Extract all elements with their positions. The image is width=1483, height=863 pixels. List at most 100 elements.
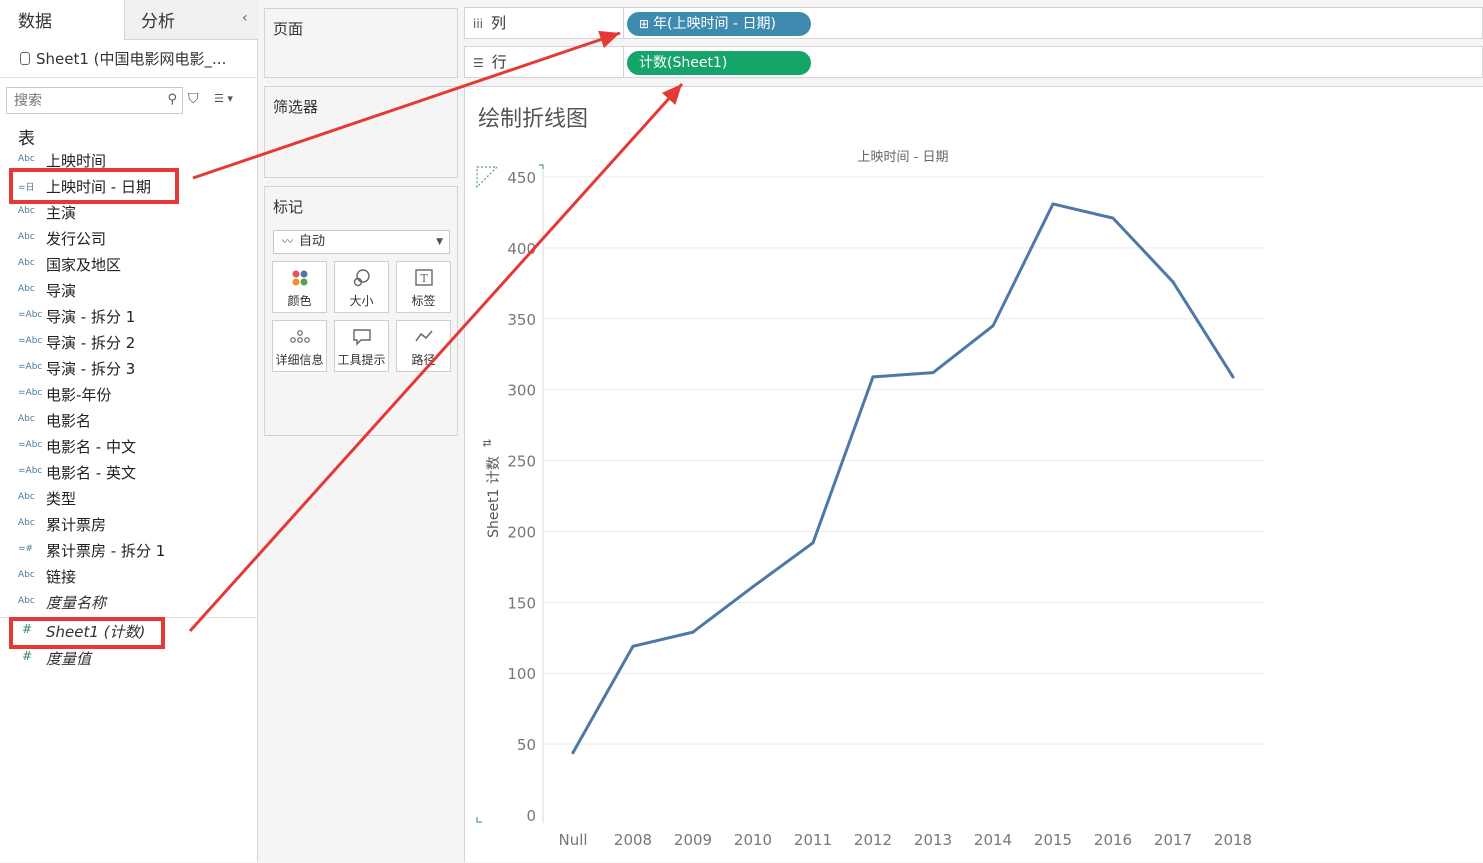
filters-card[interactable]: 筛选器	[264, 86, 458, 178]
field-item[interactable]: Abc 国家及地区	[0, 252, 258, 278]
data-point[interactable]	[991, 324, 995, 328]
mark-type-label: 自动	[299, 234, 326, 249]
field-item[interactable]: =日 上映时间 - 日期	[0, 174, 258, 200]
rows-shelf[interactable]: ☰ 行 计数(Sheet1)	[464, 46, 1483, 78]
y-tick-label: 200	[507, 523, 536, 541]
rows-pill[interactable]: 计数(Sheet1)	[627, 51, 811, 75]
search-icon[interactable]: ⚲	[167, 92, 177, 107]
field-type-icon: =Abc	[18, 440, 43, 450]
field-item[interactable]: Abc 上映时间	[0, 148, 258, 174]
y-tick-label: 400	[507, 240, 536, 258]
size-label: 大小	[349, 294, 374, 308]
label-label: 标签	[411, 294, 436, 308]
data-point[interactable]	[691, 630, 695, 634]
x-tick-label: 2016	[1094, 831, 1132, 849]
path-button[interactable]: 路径	[396, 320, 451, 372]
field-item[interactable]: =Abc 导演 - 拆分 1	[0, 304, 258, 330]
pages-card[interactable]: 页面	[264, 8, 458, 78]
datasource-item[interactable]: Sheet1 (中国电影网电影_...	[20, 48, 226, 69]
data-point[interactable]	[1231, 375, 1235, 379]
sort-icon[interactable]: ⇅	[481, 438, 494, 447]
field-type-icon: Abc	[18, 154, 35, 164]
chevron-down-icon: ▼	[436, 237, 443, 247]
field-type-icon: Abc	[18, 206, 35, 216]
field-label: 国家及地区	[46, 256, 122, 274]
series-line[interactable]	[571, 202, 1235, 755]
y-tick-label: 100	[507, 665, 536, 683]
data-point[interactable]	[571, 751, 575, 755]
y-tick-label: 150	[507, 594, 536, 612]
measure-item[interactable]: # Sheet1 (计数)	[0, 619, 258, 645]
x-tick-label: Null	[558, 831, 587, 849]
measure-item[interactable]: # 度量值	[0, 646, 258, 672]
x-tick-label: 2018	[1214, 831, 1252, 849]
columns-pill[interactable]: ⊞ 年(上映时间 - 日期)	[627, 12, 811, 36]
field-label: 上映时间 - 日期	[46, 178, 151, 196]
tab-data[interactable]: 数据	[0, 0, 124, 40]
search-input[interactable]	[7, 88, 157, 113]
field-item[interactable]: Abc 导演	[0, 278, 258, 304]
y-tick-label: 50	[517, 736, 536, 754]
field-label: 累计票房 - 拆分 1	[46, 542, 166, 560]
color-label: 颜色	[287, 294, 312, 308]
filters-card-title: 筛选器	[273, 98, 319, 116]
tooltip-button[interactable]: 工具提示	[334, 320, 389, 372]
field-item[interactable]: =Abc 导演 - 拆分 3	[0, 356, 258, 382]
field-type-icon: =#	[18, 544, 34, 554]
x-tick-label: 2013	[914, 831, 952, 849]
data-point[interactable]	[751, 585, 755, 589]
columns-shelf-label: 列	[491, 14, 507, 32]
data-point[interactable]	[631, 644, 635, 648]
datasource-label: Sheet1 (中国电影网电影_...	[36, 50, 227, 68]
columns-icon: iii	[473, 17, 484, 31]
data-point[interactable]	[811, 541, 815, 545]
label-button[interactable]: T 标签	[396, 261, 451, 313]
tab-analysis[interactable]: 分析	[124, 0, 258, 40]
field-type-icon: Abc	[18, 596, 35, 606]
line-chart[interactable]: 上映时间 - 日期 0 50 100 150 200 250 300 350 400 450 Shee…	[465, 87, 1483, 863]
label-icon: T	[397, 268, 450, 290]
field-label: 电影名 - 英文	[46, 464, 136, 482]
field-item[interactable]: Abc 度量名称	[0, 590, 258, 616]
field-item[interactable]: Abc 类型	[0, 486, 258, 512]
field-item[interactable]: Abc 链接	[0, 564, 258, 590]
detail-button[interactable]: 详细信息	[272, 320, 327, 372]
field-label: 发行公司	[46, 230, 107, 248]
field-item[interactable]: Abc 累计票房	[0, 512, 258, 538]
detail-icon	[273, 327, 326, 349]
view-options-icon[interactable]: ☰ ▾	[214, 92, 233, 105]
field-label: 度量名称	[46, 594, 107, 612]
data-point[interactable]	[1111, 216, 1115, 220]
size-button[interactable]: 大小	[334, 261, 389, 313]
field-item[interactable]: Abc 电影名	[0, 408, 258, 434]
mark-type-dropdown[interactable]: 〰自动 ▼	[273, 230, 450, 254]
data-point[interactable]	[931, 371, 935, 375]
field-item[interactable]: =Abc 导演 - 拆分 2	[0, 330, 258, 356]
pages-card-title: 页面	[273, 20, 304, 38]
filter-icon[interactable]: ⛉	[188, 91, 199, 107]
field-type-icon: Abc	[18, 284, 35, 294]
field-item[interactable]: =Abc 电影名 - 中文	[0, 434, 258, 460]
field-label: 导演 - 拆分 1	[46, 308, 136, 326]
color-icon	[273, 268, 326, 290]
field-item[interactable]: =Abc 电影名 - 英文	[0, 460, 258, 486]
collapse-pane-icon[interactable]: ‹	[242, 10, 248, 26]
rows-pill-label: 计数(Sheet1)	[639, 55, 728, 71]
path-label: 路径	[411, 353, 436, 367]
x-tick-label: 2017	[1154, 831, 1192, 849]
columns-shelf[interactable]: iii 列 ⊞ 年(上映时间 - 日期)	[464, 7, 1483, 39]
corner-marker	[539, 164, 544, 169]
data-point[interactable]	[1051, 202, 1055, 206]
color-button[interactable]: 颜色	[272, 261, 327, 313]
expand-icon[interactable]: ⊞	[639, 17, 649, 31]
field-item[interactable]: =Abc 电影-年份	[0, 382, 258, 408]
chart-title: 上映时间 - 日期	[858, 150, 949, 165]
data-point[interactable]	[871, 375, 875, 379]
field-item[interactable]: Abc 主演	[0, 200, 258, 226]
field-item[interactable]: Abc 发行公司	[0, 226, 258, 252]
data-point[interactable]	[1171, 280, 1175, 284]
line-mark-icon: 〰	[282, 235, 293, 248]
search-box[interactable]: ⚲	[6, 87, 183, 114]
x-tick-label: 2014	[974, 831, 1012, 849]
field-item[interactable]: =# 累计票房 - 拆分 1	[0, 538, 258, 564]
